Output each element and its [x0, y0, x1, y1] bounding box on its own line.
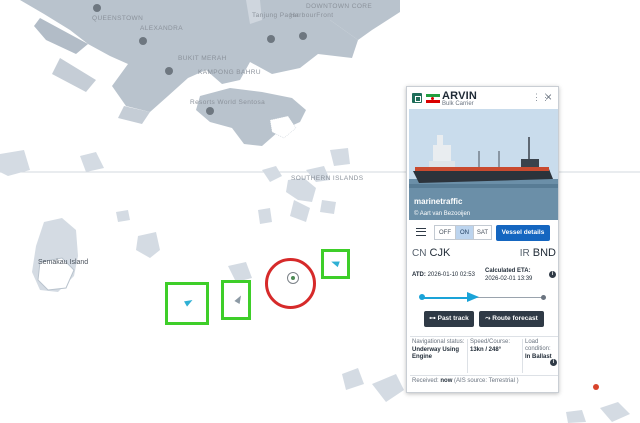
departure-port-code: CJK: [429, 247, 451, 259]
vessel-details-button[interactable]: Vessel details: [496, 225, 550, 241]
destination-port-code: BND: [532, 247, 556, 259]
label-queenstown: QUEENSTOWN: [92, 15, 143, 22]
map-mode-toolbar: OFF ON SAT Vessel details: [410, 225, 558, 241]
departure-country: CN: [412, 248, 427, 259]
label-harbourfront: HarbourFront: [290, 12, 333, 19]
label-semakau: Semakau Island: [38, 259, 88, 266]
nav-status-label: Navigational status:: [412, 339, 465, 345]
close-icon[interactable]: ×: [545, 91, 552, 103]
selected-vessel-marker[interactable]: [287, 272, 299, 284]
past-track-label: Past track: [437, 315, 469, 322]
eta-info-icon[interactable]: i: [549, 271, 556, 278]
atd: ATD: 2026-01-10 02:53: [412, 272, 475, 278]
departure-port[interactable]: CN CJK: [412, 247, 450, 259]
speed-course-label: Speed/Course:: [470, 339, 511, 345]
eta: Calculated ETA: 2026-02-01 13:39: [485, 267, 532, 283]
voyage-ports: CN CJK IR BND: [410, 247, 558, 263]
load-info-icon[interactable]: i: [550, 359, 557, 366]
ship-type-icon: [412, 93, 422, 103]
photo-brand-watermark: marinetraffic: [414, 197, 463, 206]
eta-value: 2026-02-01 13:39: [485, 276, 533, 282]
other-vessel-marker[interactable]: [593, 384, 599, 390]
received-info: Received: now (AIS source: Terrestrial ): [410, 375, 558, 384]
vessel-info-panel: ARVIN Bulk Carrier ⋮⋮ × marinetraffic © …: [406, 86, 559, 393]
speed-course: Speed/Course: 13kn / 248°: [467, 339, 521, 373]
label-downtown: DOWNTOWN CORE: [306, 3, 372, 10]
vessel-photo[interactable]: marinetraffic © Aart van Bezooijen: [409, 109, 558, 220]
progress-fill: [422, 297, 473, 299]
progress-start-dot: [419, 294, 425, 300]
progress-ship-icon: [466, 292, 479, 302]
past-track-button[interactable]: ⊶ Past track: [424, 311, 474, 327]
atd-value: 2026-01-10 02:53: [427, 272, 475, 278]
mode-sat-button[interactable]: SAT: [473, 225, 492, 240]
photo-credit: © Aart van Bezooijen: [414, 211, 471, 217]
vessel-type: Bulk Carrier: [442, 101, 474, 107]
voyage-progress-bar: [419, 292, 546, 303]
mode-off-button[interactable]: OFF: [434, 225, 456, 240]
destination-port[interactable]: IR BND: [520, 247, 556, 259]
panel-header: ARVIN Bulk Carrier ⋮⋮ ×: [407, 87, 558, 108]
nav-status-value: Underway Using Engine: [412, 347, 460, 360]
label-rws: Resorts World Sentosa: [190, 99, 265, 106]
menu-icon[interactable]: [416, 228, 426, 236]
mode-on-button[interactable]: ON: [455, 225, 474, 240]
label-bukit-merah: BUKIT MERAH: [178, 55, 227, 62]
destination-country: IR: [519, 248, 530, 259]
load-condition: Load condition: In Ballast i: [522, 339, 558, 373]
drag-handle-icon[interactable]: ⋮⋮: [532, 93, 550, 103]
speed-course-value: 13kn / 248°: [470, 347, 502, 353]
voyage-times: ATD: 2026-01-10 02:53 Calculated ETA: 20…: [410, 267, 558, 289]
atd-label: ATD:: [412, 272, 426, 278]
route-forecast-label: Route forecast: [492, 315, 538, 322]
iran-flag-icon: [426, 94, 440, 103]
route-forecast-button[interactable]: ⤳ Route forecast: [479, 311, 544, 327]
received-label: Received:: [412, 378, 439, 384]
label-alexandra: ALEXANDRA: [140, 25, 183, 32]
past-track-icon: ⊶: [429, 315, 438, 322]
received-source: (AIS source: Terrestrial ): [454, 378, 519, 384]
progress-end-dot: [541, 295, 546, 300]
nav-status: Navigational status: Underway Using Engi…: [410, 339, 466, 373]
eta-label: Calculated ETA:: [485, 268, 531, 274]
label-kampong-bahru: KAMPONG BAHRU: [198, 69, 261, 76]
received-value: now: [440, 378, 453, 384]
load-condition-label: Load condition:: [525, 339, 551, 352]
vessel-stats: Navigational status: Underway Using Engi…: [410, 336, 558, 373]
label-southern-islands: SOUTHERN ISLANDS: [291, 175, 364, 182]
